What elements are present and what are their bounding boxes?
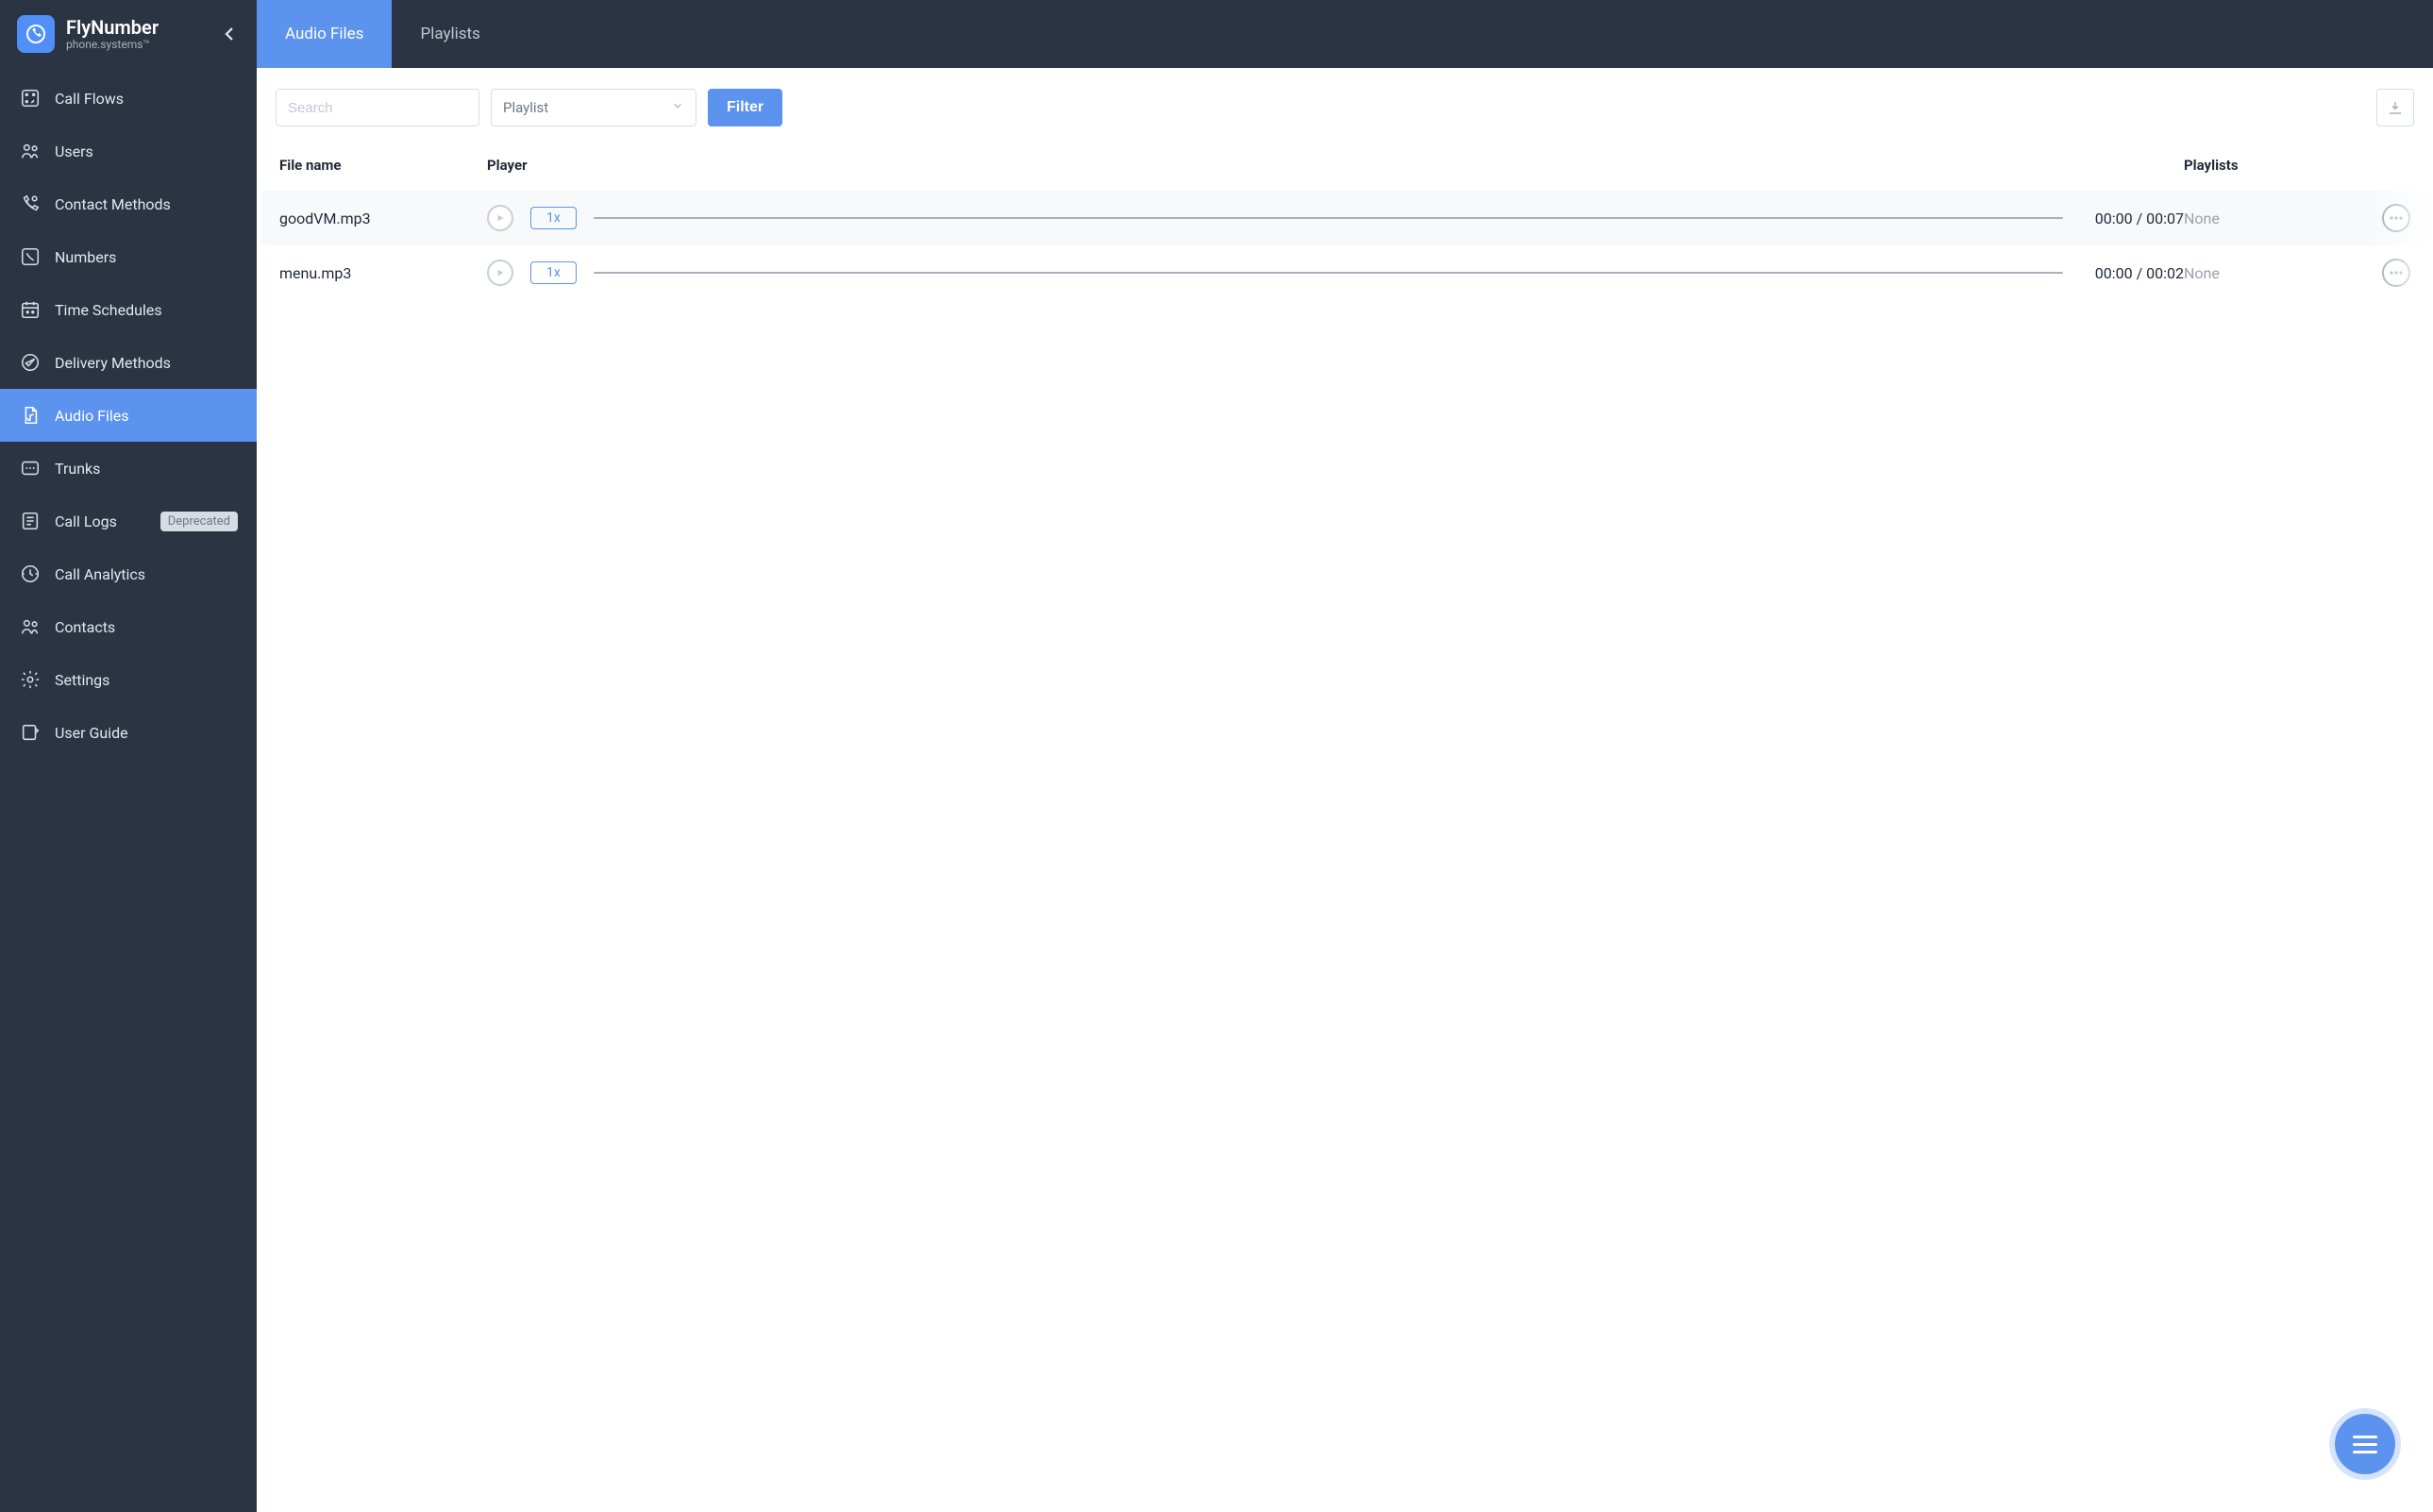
table-header-player: Player — [487, 157, 2184, 174]
filter-button[interactable]: Filter — [708, 89, 782, 126]
sidebar-item-label: Audio Files — [55, 407, 238, 425]
send-icon — [19, 351, 42, 374]
tab-playlists[interactable]: Playlists — [392, 0, 508, 68]
sidebar-item-label: Users — [55, 143, 238, 160]
sidebar-item-label: User Guide — [55, 724, 238, 742]
brand-logo — [17, 15, 55, 53]
play-button[interactable] — [487, 205, 513, 231]
sidebar-item-label: Settings — [55, 671, 238, 689]
sidebar-header: FlyNumber phone.systems™ — [0, 0, 257, 68]
sidebar-item-call-logs[interactable]: Call Logs Deprecated — [0, 495, 257, 547]
sidebar-collapse-button[interactable] — [217, 21, 243, 47]
chevron-down-icon — [671, 99, 684, 116]
progress-track[interactable] — [594, 217, 2063, 219]
table-header-playlists: Playlists — [2184, 157, 2344, 174]
sidebar: FlyNumber phone.systems™ Call Flows User… — [0, 0, 257, 1512]
contact-methods-icon — [19, 193, 42, 215]
trunks-icon — [19, 457, 42, 479]
sidebar-item-label: Contacts — [55, 618, 238, 636]
sidebar-item-trunks[interactable]: Trunks — [0, 442, 257, 495]
audio-files-icon — [19, 404, 42, 427]
users-icon — [19, 140, 42, 162]
table-row: goodVM.mp3 1x 00:00 / 00:07 None — [260, 191, 2429, 245]
menu-icon — [2353, 1436, 2377, 1453]
table-header-file: File name — [279, 157, 487, 174]
actions-cell — [2344, 204, 2410, 232]
speed-button[interactable]: 1x — [530, 261, 577, 284]
download-button[interactable] — [2376, 89, 2414, 126]
sidebar-item-time-schedules[interactable]: Time Schedules — [0, 283, 257, 336]
file-name: menu.mp3 — [279, 264, 487, 282]
call-flows-icon — [19, 87, 42, 109]
brand-subtitle: phone.systems™ — [66, 39, 159, 52]
player-cell: 1x 00:00 / 00:07 — [487, 205, 2184, 231]
play-button[interactable] — [487, 260, 513, 286]
calendar-icon — [19, 298, 42, 321]
progress-track[interactable] — [594, 272, 2063, 274]
time-display: 00:00 / 00:02 — [2095, 264, 2184, 282]
sidebar-item-users[interactable]: Users — [0, 125, 257, 177]
speed-button[interactable]: 1x — [530, 207, 577, 229]
sidebar-nav: Call Flows Users Contact Methods Numbers… — [0, 68, 257, 759]
playlists-cell: None — [2184, 264, 2344, 282]
sidebar-item-call-flows[interactable]: Call Flows — [0, 72, 257, 125]
numbers-icon — [19, 245, 42, 268]
sidebar-item-audio-files[interactable]: Audio Files — [0, 389, 257, 442]
tabs: Audio Files Playlists — [257, 0, 2433, 68]
sidebar-item-label: Delivery Methods — [55, 354, 238, 372]
sidebar-item-label: Contact Methods — [55, 195, 238, 213]
brand-title: FlyNumber — [66, 17, 159, 39]
table-head: File name Player Playlists — [260, 147, 2429, 191]
playlist-select[interactable]: Playlist — [491, 89, 696, 126]
user-guide-icon — [19, 721, 42, 744]
table-header-actions — [2344, 157, 2410, 174]
playlists-cell: None — [2184, 210, 2344, 227]
tab-label: Audio Files — [285, 25, 363, 43]
sidebar-item-label: Numbers — [55, 248, 238, 266]
tab-label: Playlists — [420, 25, 479, 43]
more-actions-button[interactable] — [2382, 259, 2410, 287]
more-actions-button[interactable] — [2382, 204, 2410, 232]
sidebar-item-delivery-methods[interactable]: Delivery Methods — [0, 336, 257, 389]
time-display: 00:00 / 00:07 — [2095, 210, 2184, 227]
brand-text: FlyNumber phone.systems™ — [66, 17, 159, 52]
call-analytics-icon — [19, 563, 42, 585]
fab-menu-button[interactable] — [2335, 1414, 2395, 1474]
sidebar-item-numbers[interactable]: Numbers — [0, 230, 257, 283]
sidebar-item-label: Call Flows — [55, 90, 238, 108]
tab-audio-files[interactable]: Audio Files — [257, 0, 392, 68]
main: Audio Files Playlists Playlist Filter Fi… — [257, 0, 2433, 1512]
sidebar-item-user-guide[interactable]: User Guide — [0, 706, 257, 759]
sidebar-item-label: Call Logs — [55, 512, 147, 530]
sidebar-item-label: Call Analytics — [55, 565, 238, 583]
playlist-select-label: Playlist — [503, 99, 548, 116]
file-name: goodVM.mp3 — [279, 210, 487, 227]
gear-icon — [19, 668, 42, 691]
sidebar-item-settings[interactable]: Settings — [0, 653, 257, 706]
search-input[interactable] — [276, 89, 479, 126]
toolbar: Playlist Filter — [257, 68, 2433, 147]
player-cell: 1x 00:00 / 00:02 — [487, 260, 2184, 286]
sidebar-item-contact-methods[interactable]: Contact Methods — [0, 177, 257, 230]
audio-files-table: File name Player Playlists goodVM.mp3 1x… — [257, 147, 2433, 300]
actions-cell — [2344, 259, 2410, 287]
sidebar-item-call-analytics[interactable]: Call Analytics — [0, 547, 257, 600]
contacts-icon — [19, 615, 42, 638]
sidebar-item-label: Time Schedules — [55, 301, 238, 319]
sidebar-item-label: Trunks — [55, 460, 238, 478]
deprecated-badge: Deprecated — [160, 512, 238, 531]
sidebar-item-contacts[interactable]: Contacts — [0, 600, 257, 653]
call-logs-icon — [19, 510, 42, 532]
filter-button-label: Filter — [727, 99, 763, 115]
table-row: menu.mp3 1x 00:00 / 00:02 None — [260, 245, 2429, 300]
